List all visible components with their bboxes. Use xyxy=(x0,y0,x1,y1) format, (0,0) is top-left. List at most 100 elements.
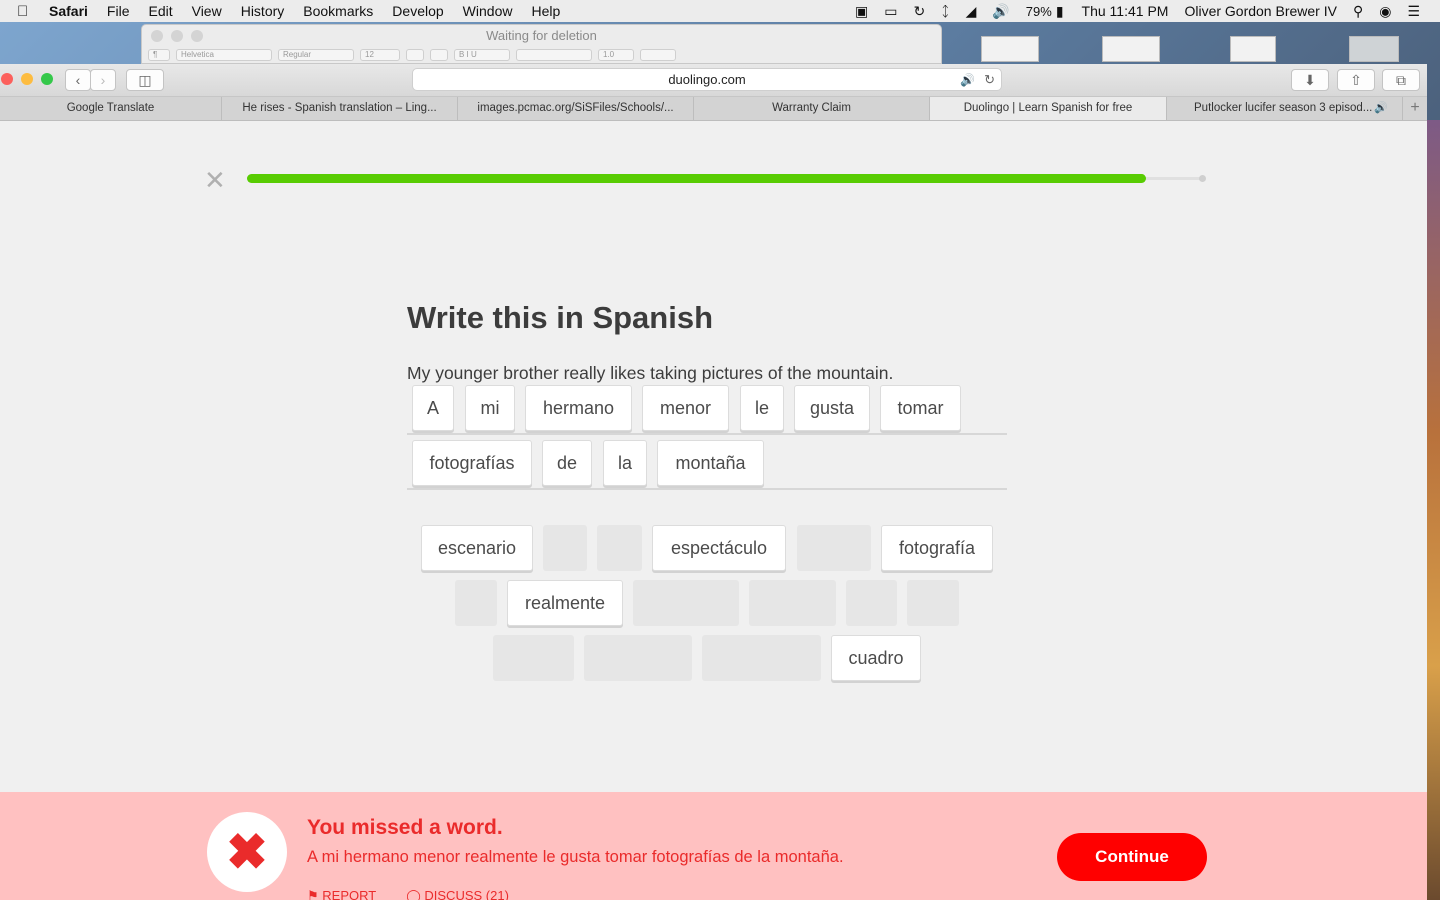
word-bank-empty-slot xyxy=(633,580,739,626)
text-color-swatch[interactable] xyxy=(406,49,424,61)
reload-icon[interactable]: ↻ xyxy=(984,69,995,91)
new-tab-button[interactable]: + xyxy=(1403,97,1427,120)
wifi-icon[interactable]: ◢ xyxy=(966,3,977,20)
background-textedit-window[interactable]: Waiting for deletion ¶ Helvetica Regular… xyxy=(141,24,942,64)
forward-button[interactable]: › xyxy=(90,69,116,91)
background-window-title: Waiting for deletion xyxy=(486,28,597,43)
desktop-drive-icon[interactable] xyxy=(1349,36,1399,62)
notification-center-icon[interactable]: ☰ xyxy=(1407,3,1420,20)
line-spacing-select[interactable]: 1.0 xyxy=(598,49,634,61)
quit-lesson-close-icon[interactable]: ✕ xyxy=(204,167,226,193)
answer-word-chip[interactable]: de xyxy=(542,440,592,486)
share-button[interactable]: ⇧ xyxy=(1337,69,1375,91)
word-bank-chip[interactable]: espectáculo xyxy=(652,525,786,571)
clock[interactable]: Thu 11:41 PM xyxy=(1082,3,1169,19)
tab-warranty-claim[interactable]: Warranty Claim xyxy=(694,97,930,120)
safari-window: ‹ › ◫ duolingo.com 🔊 ↻ ⬇ ⇧ ⧉ Google Tran… xyxy=(0,64,1427,900)
minimize-window-button[interactable] xyxy=(21,73,33,85)
menu-help[interactable]: Help xyxy=(531,3,560,19)
user-name[interactable]: Oliver Gordon Brewer IV xyxy=(1184,3,1337,19)
spotlight-search-icon[interactable]: ⚲ xyxy=(1353,3,1363,20)
siri-icon[interactable]: ◉ xyxy=(1379,3,1391,20)
desktop-file-icon[interactable] xyxy=(981,36,1039,62)
tab-putlocker[interactable]: Putlocker lucifer season 3 episod... 🔊 xyxy=(1167,97,1403,120)
word-bank-empty-slot xyxy=(597,525,642,571)
battery-percent[interactable]: 79% xyxy=(1026,4,1052,19)
downloads-button[interactable]: ⬇ xyxy=(1291,69,1329,91)
close-window-button[interactable] xyxy=(1,73,13,85)
alignment-buttons[interactable] xyxy=(516,49,592,61)
font-name-select[interactable]: Helvetica xyxy=(176,49,272,61)
menu-develop[interactable]: Develop xyxy=(392,3,443,19)
tab-audio-icon[interactable]: 🔊 xyxy=(960,69,975,91)
answer-word-chip[interactable]: la xyxy=(603,440,647,486)
desktop-file-icon[interactable] xyxy=(1102,36,1160,62)
menu-app-name[interactable]: Safari xyxy=(49,3,88,19)
answer-word-chip[interactable]: menor xyxy=(642,385,729,431)
menu-window[interactable]: Window xyxy=(463,3,513,19)
font-size-select[interactable]: 12 xyxy=(360,49,400,61)
lesson-progress-fill xyxy=(247,174,1146,183)
word-bank-chip[interactable]: realmente xyxy=(507,580,623,626)
continue-button[interactable]: Continue xyxy=(1057,833,1207,881)
word-bank-chip[interactable]: cuadro xyxy=(831,635,921,681)
menu-file[interactable]: File xyxy=(107,3,130,19)
answer-word-chip[interactable]: gusta xyxy=(794,385,870,431)
challenge-title: Write this in Spanish xyxy=(407,300,714,335)
menu-edit[interactable]: Edit xyxy=(148,3,172,19)
volume-icon[interactable]: 🔊 xyxy=(992,3,1009,20)
notification-tray-icon[interactable]: ▣ xyxy=(855,3,868,20)
tab-google-translate[interactable]: Google Translate xyxy=(0,97,222,120)
word-bank-chip[interactable]: fotografía xyxy=(881,525,993,571)
answer-word-chip[interactable]: A xyxy=(412,385,454,431)
word-bank-empty-slot xyxy=(702,635,821,681)
battery-icon[interactable]: ▮ xyxy=(1056,3,1064,20)
duolingo-lesson-page: ✕ Write this in Spanish My younger broth… xyxy=(0,121,1427,900)
highlight-color-swatch[interactable] xyxy=(430,49,448,61)
menu-bookmarks[interactable]: Bookmarks xyxy=(303,3,373,19)
answer-word-chip[interactable]: tomar xyxy=(880,385,961,431)
back-button[interactable]: ‹ xyxy=(65,69,91,91)
menu-history[interactable]: History xyxy=(241,3,285,19)
plus-icon: + xyxy=(1410,99,1420,116)
desktop-document-icon[interactable] xyxy=(1230,36,1276,62)
tab-label: Warranty Claim xyxy=(772,102,851,114)
zoom-window-button[interactable] xyxy=(41,73,53,85)
discuss-link[interactable]: ◯ DISCUSS (21) xyxy=(406,888,509,900)
word-bank-empty-slot xyxy=(797,525,871,571)
text-style-buttons[interactable]: B I U xyxy=(454,49,510,61)
chevron-right-icon: › xyxy=(100,72,106,88)
tab-duolingo[interactable]: Duolingo | Learn Spanish for free xyxy=(930,97,1167,120)
font-style-select[interactable]: Regular xyxy=(278,49,354,61)
tab-bar: Google Translate He rises - Spanish tran… xyxy=(0,97,1427,121)
airplay-icon[interactable]: ▭ xyxy=(884,3,897,20)
speaker-icon[interactable]: 🔊 xyxy=(1374,97,1388,120)
tab-pcmac-images[interactable]: images.pcmac.org/SiSFiles/Schools/... xyxy=(458,97,694,120)
report-link[interactable]: ⚑ REPORT xyxy=(307,888,376,900)
answer-word-chip[interactable]: montaña xyxy=(657,440,764,486)
answer-line xyxy=(407,488,1007,490)
time-machine-icon[interactable]: ↻ xyxy=(913,3,925,20)
feedback-links: ⚑ REPORT ◯ DISCUSS (21) xyxy=(307,888,509,900)
answer-word-chip[interactable]: fotografías xyxy=(412,440,532,486)
sidebar-toggle-button[interactable]: ◫ xyxy=(126,69,164,91)
answer-word-chip[interactable]: le xyxy=(740,385,784,431)
answer-word-chip[interactable]: mi xyxy=(465,385,515,431)
word-bank-empty-slot xyxy=(846,580,897,626)
answer-word-chip[interactable]: hermano xyxy=(525,385,632,431)
word-bank-empty-slot xyxy=(455,580,497,626)
safari-toolbar: ‹ › ◫ duolingo.com 🔊 ↻ ⬇ ⇧ ⧉ xyxy=(0,64,1427,97)
background-window-toolbar: ¶ Helvetica Regular 12 B I U 1.0 xyxy=(148,49,935,63)
word-bank-chip[interactable]: escenario xyxy=(421,525,533,571)
show-tabs-button[interactable]: ⧉ xyxy=(1382,69,1420,91)
chevron-left-icon: ‹ xyxy=(75,72,81,88)
incorrect-badge: ✖ xyxy=(207,812,287,892)
bluetooth-icon[interactable]: ᛨ xyxy=(941,3,949,19)
address-bar[interactable]: duolingo.com 🔊 ↻ xyxy=(412,68,1002,91)
menu-view[interactable]: View xyxy=(192,3,222,19)
lesson-progress-bar xyxy=(247,174,1206,183)
tab-lingq[interactable]: He rises - Spanish translation – Ling... xyxy=(222,97,458,120)
apple-menu-icon[interactable]:  xyxy=(17,3,39,20)
list-style-select[interactable] xyxy=(640,49,676,61)
download-icon: ⬇ xyxy=(1304,71,1316,88)
